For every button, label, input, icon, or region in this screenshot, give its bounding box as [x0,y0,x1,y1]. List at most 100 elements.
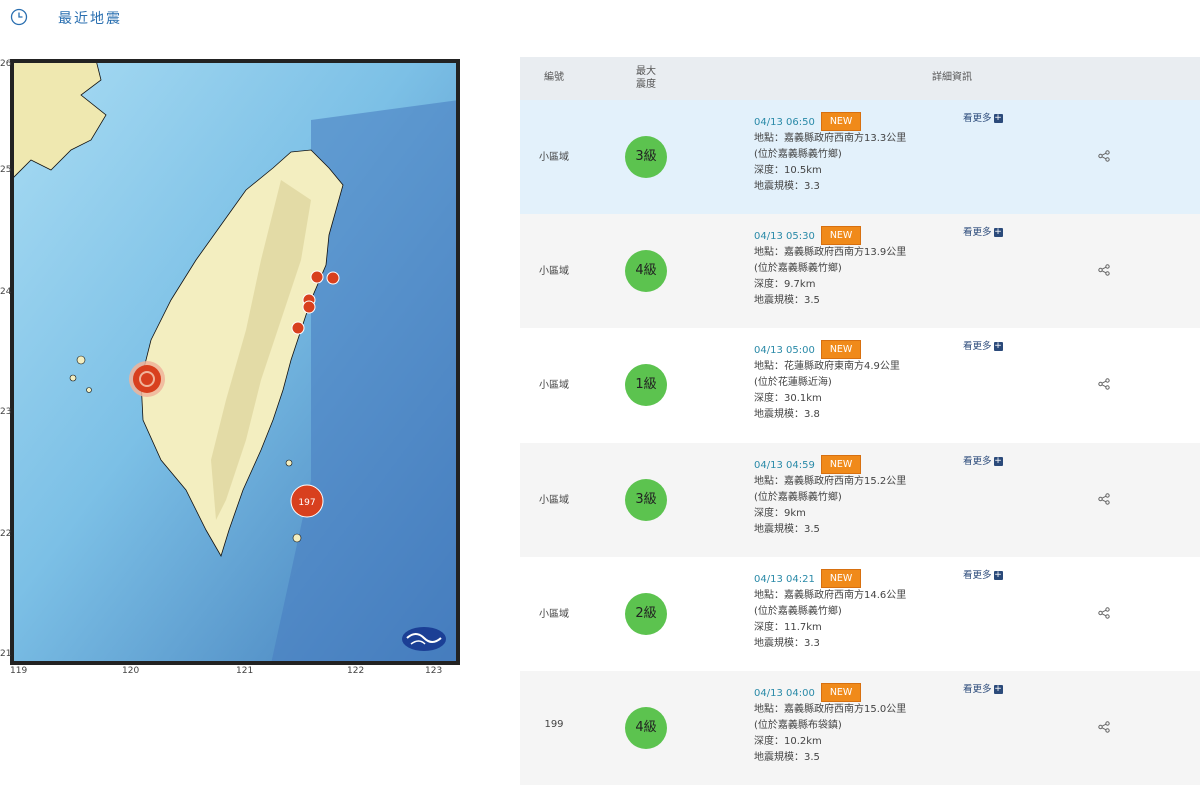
event-time: 04/13 05:00 [754,344,815,356]
lat-label: 24 [0,287,12,297]
page-header: 最近地震 [0,0,1200,40]
header-intensity-line2: 震度 [636,79,656,90]
share-icon[interactable] [1098,264,1110,276]
plus-icon: + [993,113,1003,123]
more-label: 看更多 [963,684,992,695]
new-badge: NEW [820,683,862,702]
event-location: 地點：嘉義縣政府西南方13.3公里 [754,133,907,144]
more-label: 看更多 [963,341,992,352]
cwb-logo-icon [402,627,446,651]
event-sub-location: (位於嘉義縣義竹鄉) [754,492,842,503]
new-badge: NEW [820,455,862,474]
table-row[interactable]: 199 4級 04/13 04:00 NEW 地點：嘉義縣政府西南方15.0公里 … [520,671,1200,785]
new-badge: NEW [820,112,862,131]
intensity-badge: 2級 [625,593,667,635]
event-sub-location: (位於花蓮縣近海) [754,377,832,388]
earthquake-map[interactable]: 197 26 25 24 23 22 21 119 120 121 122 12… [0,57,468,677]
event-sub-location: (位於嘉義縣義竹鄉) [754,263,842,274]
event-sub-location: (位於嘉義縣義竹鄉) [754,149,842,160]
intensity-badge: 4級 [625,250,667,292]
lat-label: 21 [0,649,12,659]
header-id: 編號 [544,72,564,83]
row-detail: 04/13 04:00 NEW 地點：嘉義縣政府西南方15.0公里 (位於嘉義縣布… [754,683,954,766]
header-detail: 詳細資訊 [932,72,972,83]
event-depth: 深度：10.5km [754,165,822,176]
map-canvas[interactable]: 197 [10,59,460,665]
lon-label: 122 [347,666,365,676]
plus-icon: + [993,456,1003,466]
table-row[interactable]: 小區域 3級 04/13 06:50 NEW 地點：嘉義縣政府西南方13.3公里 … [520,100,1200,214]
row-id: 小區域 [539,152,569,163]
table-row[interactable]: 小區域 4級 04/13 05:30 NEW 地點：嘉義縣政府西南方13.9公里 … [520,214,1200,328]
share-icon[interactable] [1098,607,1110,619]
event-time: 04/13 06:50 [754,116,815,128]
row-id: 小區域 [539,495,569,506]
table-row[interactable]: 小區域 2級 04/13 04:21 NEW 地點：嘉義縣政府西南方14.6公里 … [520,557,1200,671]
intensity-badge: 4級 [625,707,667,749]
event-location: 地點：嘉義縣政府西南方15.0公里 [754,704,907,715]
more-label: 看更多 [963,113,992,124]
share-icon[interactable] [1098,721,1110,733]
row-id: 199 [544,719,564,730]
quake-marker [291,321,305,335]
event-sub-location: (位於嘉義縣布袋鎮) [754,720,842,731]
more-link[interactable]: 看更多 + [963,453,1003,467]
plus-icon: + [993,341,1003,351]
quake-marker [326,271,340,285]
share-icon[interactable] [1098,378,1110,390]
event-depth: 深度：10.2km [754,736,822,747]
event-depth: 深度：30.1km [754,393,822,404]
more-link[interactable]: 看更多 + [963,224,1003,238]
lon-label: 119 [10,666,28,676]
row-id: 小區域 [539,380,569,391]
table-header: 編號 最大 震度 詳細資訊 [520,57,1200,100]
svg-text:197: 197 [298,498,315,508]
event-magnitude: 地震規模：3.8 [754,409,820,420]
row-detail: 04/13 04:21 NEW 地點：嘉義縣政府西南方14.6公里 (位於嘉義縣義… [754,569,954,652]
more-link[interactable]: 看更多 + [963,567,1003,581]
share-icon[interactable] [1098,150,1110,162]
row-id: 小區域 [539,266,569,277]
event-magnitude: 地震規模：3.3 [754,638,820,649]
row-detail: 04/13 04:59 NEW 地點：嘉義縣政府西南方15.2公里 (位於嘉義縣義… [754,455,954,538]
event-magnitude: 地震規模：3.5 [754,752,820,763]
event-magnitude: 地震規模：3.5 [754,524,820,535]
row-detail: 04/13 06:50 NEW 地點：嘉義縣政府西南方13.3公里 (位於嘉義縣義… [754,112,954,195]
header-intensity-line1: 最大 [636,66,656,77]
event-magnitude: 地震規模：3.3 [754,181,820,192]
event-depth: 深度：11.7km [754,622,822,633]
clock-icon [10,8,28,26]
event-depth: 深度：9km [754,508,806,519]
page-title: 最近地震 [58,11,122,27]
event-location: 地點：嘉義縣政府西南方14.6公里 [754,590,907,601]
event-time: 04/13 04:59 [754,459,815,471]
event-time: 04/13 04:21 [754,573,815,585]
lat-label: 26 [0,59,12,69]
more-link[interactable]: 看更多 + [963,338,1003,352]
intensity-badge: 3級 [625,136,667,178]
table-row[interactable]: 小區域 1級 04/13 05:00 NEW 地點：花蓮縣政府東南方4.9公里 (… [520,328,1200,442]
plus-icon: + [993,684,1003,694]
plus-icon: + [993,227,1003,237]
row-id: 小區域 [539,609,569,620]
row-detail: 04/13 05:30 NEW 地點：嘉義縣政府西南方13.9公里 (位於嘉義縣義… [754,226,954,309]
event-magnitude: 地震規模：3.5 [754,295,820,306]
more-link[interactable]: 看更多 + [963,110,1003,124]
table-row[interactable]: 小區域 3級 04/13 04:59 NEW 地點：嘉義縣政府西南方15.2公里 … [520,443,1200,557]
plus-icon: + [993,570,1003,580]
lon-label: 120 [122,666,140,676]
lon-label: 123 [425,666,443,676]
event-location: 地點：嘉義縣政府西南方15.2公里 [754,476,907,487]
quake-marker [310,270,324,284]
row-detail: 04/13 05:00 NEW 地點：花蓮縣政府東南方4.9公里 (位於花蓮縣近海… [754,340,954,423]
lat-label: 23 [0,407,12,417]
event-depth: 深度：9.7km [754,279,816,290]
lon-label: 121 [236,666,254,676]
share-icon[interactable] [1098,493,1110,505]
intensity-badge: 3級 [625,479,667,521]
event-sub-location: (位於嘉義縣義竹鄉) [754,606,842,617]
quake-marker [302,300,316,314]
new-badge: NEW [820,226,862,245]
more-link[interactable]: 看更多 + [963,681,1003,695]
more-label: 看更多 [963,456,992,467]
